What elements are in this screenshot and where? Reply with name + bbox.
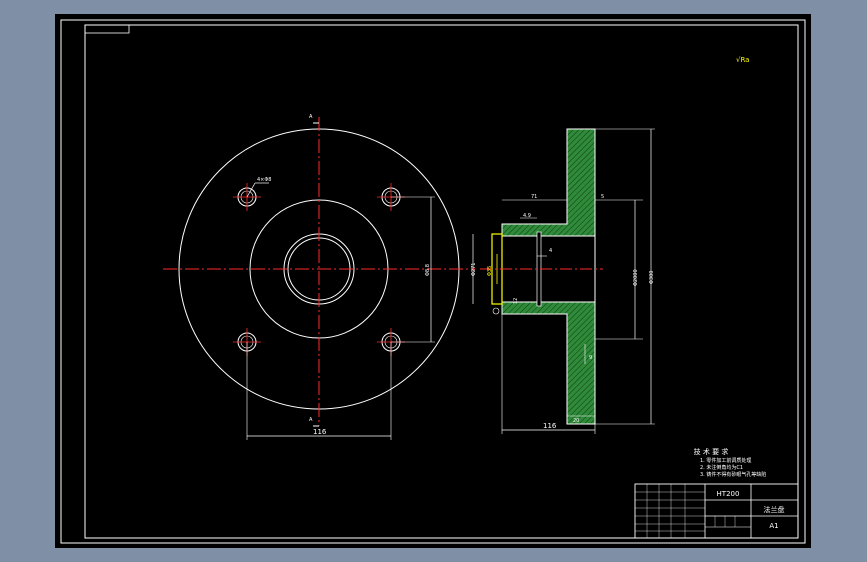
cad-viewport[interactable]: √Ra A A 4×Φ8 Φ8.8 116 Φ300 Φ2000 71 4.9 … (55, 14, 811, 548)
tech-req-item-2: 2. 未注倒角均为C1 (700, 464, 743, 471)
dim-49: 4.9 (523, 213, 531, 219)
dim-4: 4 (549, 248, 552, 254)
dim-12: 12 (513, 298, 519, 304)
tech-req-item-3: 3. 铸件不得有砂眼气孔等缺陷 (700, 471, 766, 478)
tech-req-title: 技 术 要 求 (694, 447, 729, 456)
tech-req-item-1: 1. 零件加工前调质处理 (700, 457, 751, 464)
title-material: HT200 (717, 490, 740, 498)
dim-section-bottom: 116 (543, 422, 557, 430)
hole-note: 4×Φ8 (257, 177, 272, 183)
title-block: HT200 法兰盘 A1 (634, 483, 799, 539)
dim-outer-dia: Φ300 (649, 271, 655, 284)
section-mark-bottom: A (309, 417, 313, 423)
dim-front-bottom: 116 (313, 428, 327, 436)
dim-20: 20 (573, 418, 579, 424)
dim-bore-note: Φ35 (487, 266, 493, 276)
front-view: A A 4×Φ8 Φ8.8 116 (163, 114, 475, 440)
technical-requirements: 技 术 要 求 1. 零件加工前调质处理 2. 未注倒角均为C1 3. 铸件不得… (694, 447, 767, 478)
drawing-number-box (84, 24, 130, 34)
section-view: Φ300 Φ2000 71 4.9 5 4 Φ271 Φ35 12 116 20… (471, 128, 655, 434)
dim-bolt-circle: Φ8.8 (425, 264, 431, 276)
dim-inner-dia: Φ2000 (633, 269, 639, 286)
svg-text:√Ra: √Ra (736, 56, 749, 64)
title-sheet-size: A1 (769, 522, 778, 530)
dim-bore: Φ271 (471, 263, 477, 276)
inner-frame (84, 24, 799, 539)
section-mark-top: A (309, 114, 313, 120)
dim-71: 71 (531, 194, 537, 200)
cad-drawing: √Ra A A 4×Φ8 Φ8.8 116 Φ300 Φ2000 71 4.9 … (60, 19, 806, 544)
roughness-symbol: √Ra (736, 56, 749, 64)
outer-frame (60, 19, 806, 544)
dim-9: 9 (589, 355, 592, 361)
dim-right-top: 5 (601, 194, 604, 200)
title-part-name: 法兰盘 (764, 505, 785, 514)
